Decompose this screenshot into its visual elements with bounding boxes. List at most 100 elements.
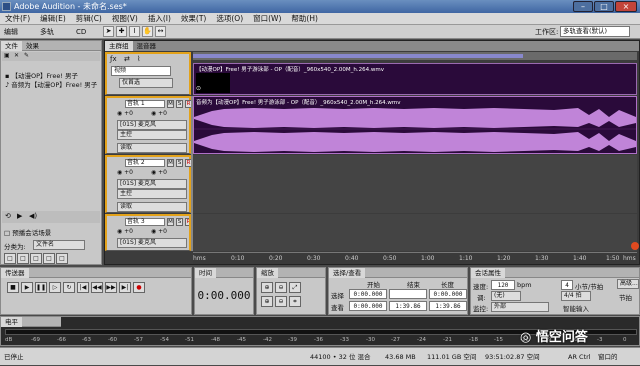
go-end-button[interactable]: ▶| [119,282,131,293]
file-item-audio[interactable]: ♪ 音频为【动漫OP】Free! 男子 [5,79,101,89]
zoom-handle-icon[interactable] [631,242,639,250]
zoom-out-h-icon[interactable]: ⊖ [275,282,287,293]
time-select-tool-icon[interactable]: I [129,26,140,37]
play-from-cursor-button[interactable]: ▷ [49,282,61,293]
fast-forward-button[interactable]: ▶▶ [105,282,117,293]
volume-knob-icon[interactable]: ◉ +0 [117,110,133,117]
zoom-sel-icon[interactable]: ⌗ [289,296,301,307]
view-icon-1[interactable]: □ [4,253,16,264]
menu-help[interactable]: 帮助(H) [286,13,323,25]
scrub-tool-icon[interactable]: ↔ [155,26,166,37]
close-file-icon[interactable]: ✕ [14,52,19,59]
tempo-field[interactable]: 120 [491,280,515,290]
edit-file-icon[interactable]: ✎ [24,52,29,59]
zoom-out-v-icon[interactable]: ⊖ [275,296,287,307]
input-select[interactable]: [01S] 麦克风 [117,238,187,248]
mute-button[interactable]: M [167,159,174,167]
menu-edit[interactable]: 编辑(E) [35,13,71,25]
solo-button[interactable]: S [176,218,183,226]
tab-mixer[interactable]: 混音器 [133,41,161,51]
view-icon-5[interactable]: □ [56,253,68,264]
track-name[interactable]: 音轨 1 [125,100,165,108]
hand-tool-icon[interactable]: ✋ [142,26,153,37]
time-ruler[interactable]: hms 0:10 0:20 0:30 0:40 0:50 1:00 1:10 1… [193,252,637,264]
monitoring-select[interactable]: 外部 [491,302,549,312]
solo-button[interactable]: S [176,159,183,167]
mute-button[interactable]: M [167,218,174,226]
menu-window[interactable]: 窗口(W) [248,13,286,25]
select-end-field[interactable] [389,289,427,299]
track-name[interactable]: 音轨 3 [125,218,165,226]
pan-knob-icon[interactable]: ◉ +0 [151,110,167,117]
video-track-name[interactable]: 视频 [111,66,171,76]
preview-session-checkbox[interactable]: □ 预播会话场景 [4,227,51,237]
cd-view-button[interactable]: CD [74,26,88,38]
multitrack-view-button[interactable]: 多轨 [38,26,56,38]
output-select[interactable]: 主控 [117,130,187,140]
view-start-field[interactable]: 0:00.000 [349,301,387,311]
loop-icon[interactable]: ⟲ [5,212,11,220]
sends-icon[interactable]: ⇄ [124,55,130,63]
volume-knob-icon[interactable]: ◉ +0 [117,228,133,235]
advanced-button[interactable]: 高级... [617,279,639,289]
view-length-field[interactable]: 1:39.86 [429,301,467,311]
menu-options[interactable]: 选项(O) [211,13,248,25]
track-scrollbar[interactable] [191,96,193,251]
speaker-icon[interactable]: ◀) [29,212,37,220]
video-clip[interactable]: 【动漫OP】Free! 男子游泳部 - OP（配音）_960x540_2.00M… [193,63,637,95]
loop-play-button[interactable]: ↻ [63,282,75,293]
track-lane-2[interactable] [193,155,637,213]
mute-button[interactable]: M [167,100,174,108]
zoom-in-v-icon[interactable]: ⊕ [261,296,273,307]
zoom-in-h-icon[interactable]: ⊕ [261,282,273,293]
video-mode-select[interactable]: 仅首选 [119,78,173,88]
stop-button[interactable]: ■ [7,282,19,293]
import-icon[interactable]: ▣ [4,52,10,59]
view-icon-2[interactable]: □ [17,253,29,264]
zoom-full-icon[interactable]: ⤢ [289,282,301,293]
rewind-button[interactable]: ◀◀ [91,282,103,293]
volume-knob-icon[interactable]: ◉ +0 [117,169,133,176]
workspace-select[interactable]: 多轨查看(默认) [560,26,630,37]
fx-icon[interactable]: ƒx [110,55,117,63]
session-overview[interactable] [193,52,637,60]
tab-main-group[interactable]: 主群组 [105,41,133,51]
pointer-tool-icon[interactable]: ➤ [103,26,114,37]
tab-effects[interactable]: 效果 [22,41,43,51]
menu-clip[interactable]: 剪辑(C) [71,13,107,25]
menu-effects[interactable]: 效果(T) [176,13,211,25]
output-select[interactable]: 主控 [117,189,187,199]
time-signature-select[interactable]: 4/4 拍 [561,291,591,301]
sort-select[interactable]: 文件名 [33,240,85,250]
play-preview-icon[interactable]: ▶ [17,212,22,220]
hybrid-tool-icon[interactable]: ✚ [116,26,127,37]
pan-knob-icon[interactable]: ◉ +0 [151,228,167,235]
tab-files[interactable]: 文件 [1,41,22,51]
beats-field[interactable]: 4 [561,280,573,290]
select-start-field[interactable]: 0:00.000 [349,289,387,299]
view-icon-3[interactable]: □ [30,253,42,264]
audio-clip[interactable]: 音频为【动漫OP】Free! 男子游泳部 - OP（配音）_960x540_2.… [193,96,637,154]
pan-knob-icon[interactable]: ◉ +0 [151,169,167,176]
close-button[interactable]: × [615,1,637,12]
menu-insert[interactable]: 插入(I) [143,13,176,25]
menu-file[interactable]: 文件(F) [0,13,35,25]
eq-icon[interactable]: ⌇ [137,55,140,63]
go-start-button[interactable]: |◀ [77,282,89,293]
edit-view-button[interactable]: 编辑 [2,26,20,38]
automation-select[interactable]: 读取 [117,202,187,212]
track-name[interactable]: 音轨 2 [125,159,165,167]
maximize-button[interactable]: □ [594,1,614,12]
track-lane-3[interactable] [193,214,637,251]
view-icon-4[interactable]: □ [43,253,55,264]
minimize-button[interactable]: – [573,1,593,12]
view-end-field[interactable]: 1:39.86 [389,301,427,311]
select-length-field[interactable]: 0:00.000 [429,289,467,299]
pause-button[interactable]: ❚❚ [35,282,47,293]
input-select[interactable]: [01S] 麦克风 [117,120,187,130]
input-select[interactable]: [01S] 麦克风 [117,179,187,189]
key-select[interactable]: (无) [491,291,521,301]
record-button[interactable]: ● [133,282,145,293]
play-button[interactable]: ▶ [21,282,33,293]
solo-button[interactable]: S [176,100,183,108]
